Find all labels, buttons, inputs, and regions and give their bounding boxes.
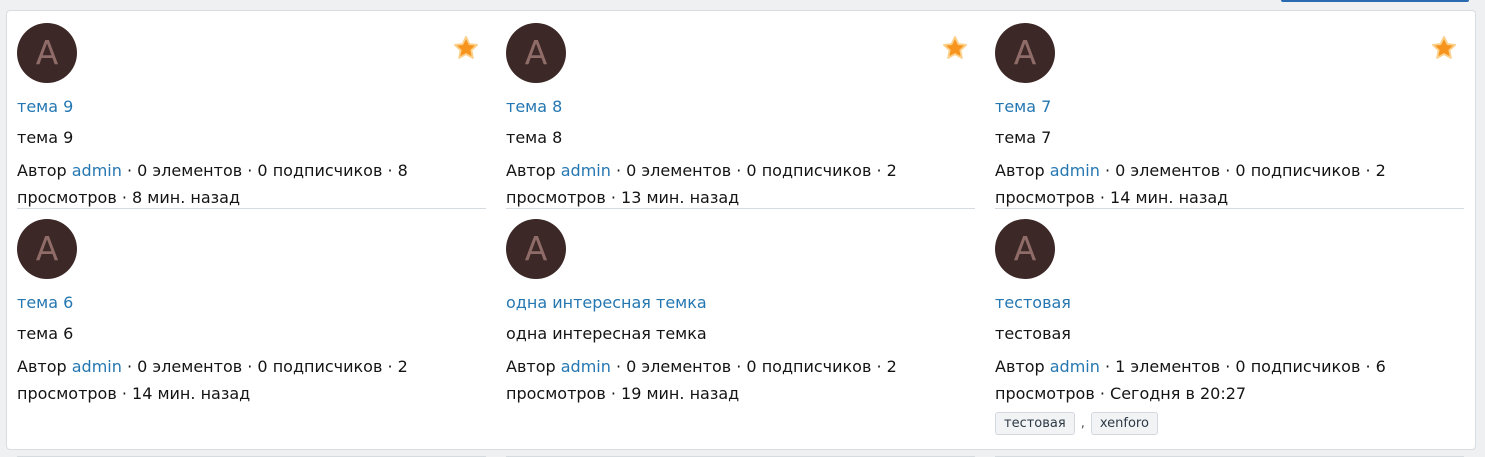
tag-chip[interactable]: xenforo bbox=[1090, 412, 1158, 435]
tag-chip[interactable]: тестовая bbox=[995, 412, 1075, 435]
avatar[interactable]: A bbox=[506, 23, 566, 83]
author-prefix: Автор bbox=[506, 357, 556, 376]
collections-grid: A тема 9 тема 9 Автор admin · 0 элементо… bbox=[17, 21, 1464, 457]
author-prefix: Автор bbox=[995, 357, 1045, 376]
collection-title-link[interactable]: тестовая bbox=[995, 291, 1071, 315]
collection-description: тема 8 bbox=[506, 128, 563, 147]
avatar[interactable]: A bbox=[506, 219, 566, 279]
author-link[interactable]: admin bbox=[1050, 161, 1100, 180]
collection-card: A тестовая тестовая Автор admin · 1 элем… bbox=[995, 217, 1464, 457]
collection-card: A тема 9 тема 9 Автор admin · 0 элементо… bbox=[17, 21, 486, 209]
collection-card: A тема 6 тема 6 Автор admin · 0 элементо… bbox=[17, 217, 486, 457]
top-accent-bar bbox=[1281, 0, 1469, 2]
collection-meta: Автор admin · 1 элементов · 0 подписчико… bbox=[995, 353, 1395, 407]
author-prefix: Автор bbox=[17, 357, 67, 376]
collection-meta: Автор admin · 0 элементов · 0 подписчико… bbox=[506, 353, 906, 407]
collection-meta: Автор admin · 0 элементов · 0 подписчико… bbox=[995, 157, 1395, 211]
author-prefix: Автор bbox=[506, 161, 556, 180]
author-link[interactable]: admin bbox=[561, 161, 611, 180]
collection-description: тестовая bbox=[995, 324, 1071, 343]
collection-meta: Автор admin · 0 элементов · 0 подписчико… bbox=[17, 157, 417, 211]
tag-separator: , bbox=[1080, 416, 1085, 431]
collection-title-link[interactable]: тема 9 bbox=[17, 95, 73, 119]
collection-title-link[interactable]: тема 6 bbox=[17, 291, 73, 315]
author-link[interactable]: admin bbox=[72, 357, 122, 376]
collection-title-link[interactable]: тема 8 bbox=[506, 95, 562, 119]
collection-meta: Автор admin · 0 элементов · 0 подписчико… bbox=[17, 353, 417, 407]
author-link[interactable]: admin bbox=[1050, 357, 1100, 376]
collection-description: тема 9 bbox=[17, 128, 74, 147]
collection-meta: Автор admin · 0 элементов · 0 подписчико… bbox=[506, 157, 906, 211]
collection-title-link[interactable]: одна интересная темка bbox=[506, 291, 707, 315]
tag-list: тестовая , xenforo bbox=[995, 412, 1158, 435]
star-icon[interactable] bbox=[1430, 34, 1458, 62]
collections-panel: A тема 9 тема 9 Автор admin · 0 элементо… bbox=[6, 10, 1476, 457]
collection-card: A тема 8 тема 8 Автор admin · 0 элементо… bbox=[506, 21, 975, 209]
author-link[interactable]: admin bbox=[72, 161, 122, 180]
avatar[interactable]: A bbox=[17, 23, 77, 83]
collection-description: тема 7 bbox=[995, 128, 1052, 147]
author-prefix: Автор bbox=[995, 161, 1045, 180]
collection-card: A одна интересная темка одна интересная … bbox=[506, 217, 975, 457]
star-icon[interactable] bbox=[941, 34, 969, 62]
star-icon[interactable] bbox=[452, 34, 480, 62]
collection-description: одна интересная темка bbox=[506, 324, 707, 343]
collection-description: тема 6 bbox=[17, 324, 74, 343]
author-prefix: Автор bbox=[17, 161, 67, 180]
author-link[interactable]: admin bbox=[561, 357, 611, 376]
avatar[interactable]: A bbox=[995, 219, 1055, 279]
collection-title-link[interactable]: тема 7 bbox=[995, 95, 1051, 119]
avatar[interactable]: A bbox=[17, 219, 77, 279]
avatar[interactable]: A bbox=[995, 23, 1055, 83]
collection-card: A тема 7 тема 7 Автор admin · 0 элементо… bbox=[995, 21, 1464, 209]
